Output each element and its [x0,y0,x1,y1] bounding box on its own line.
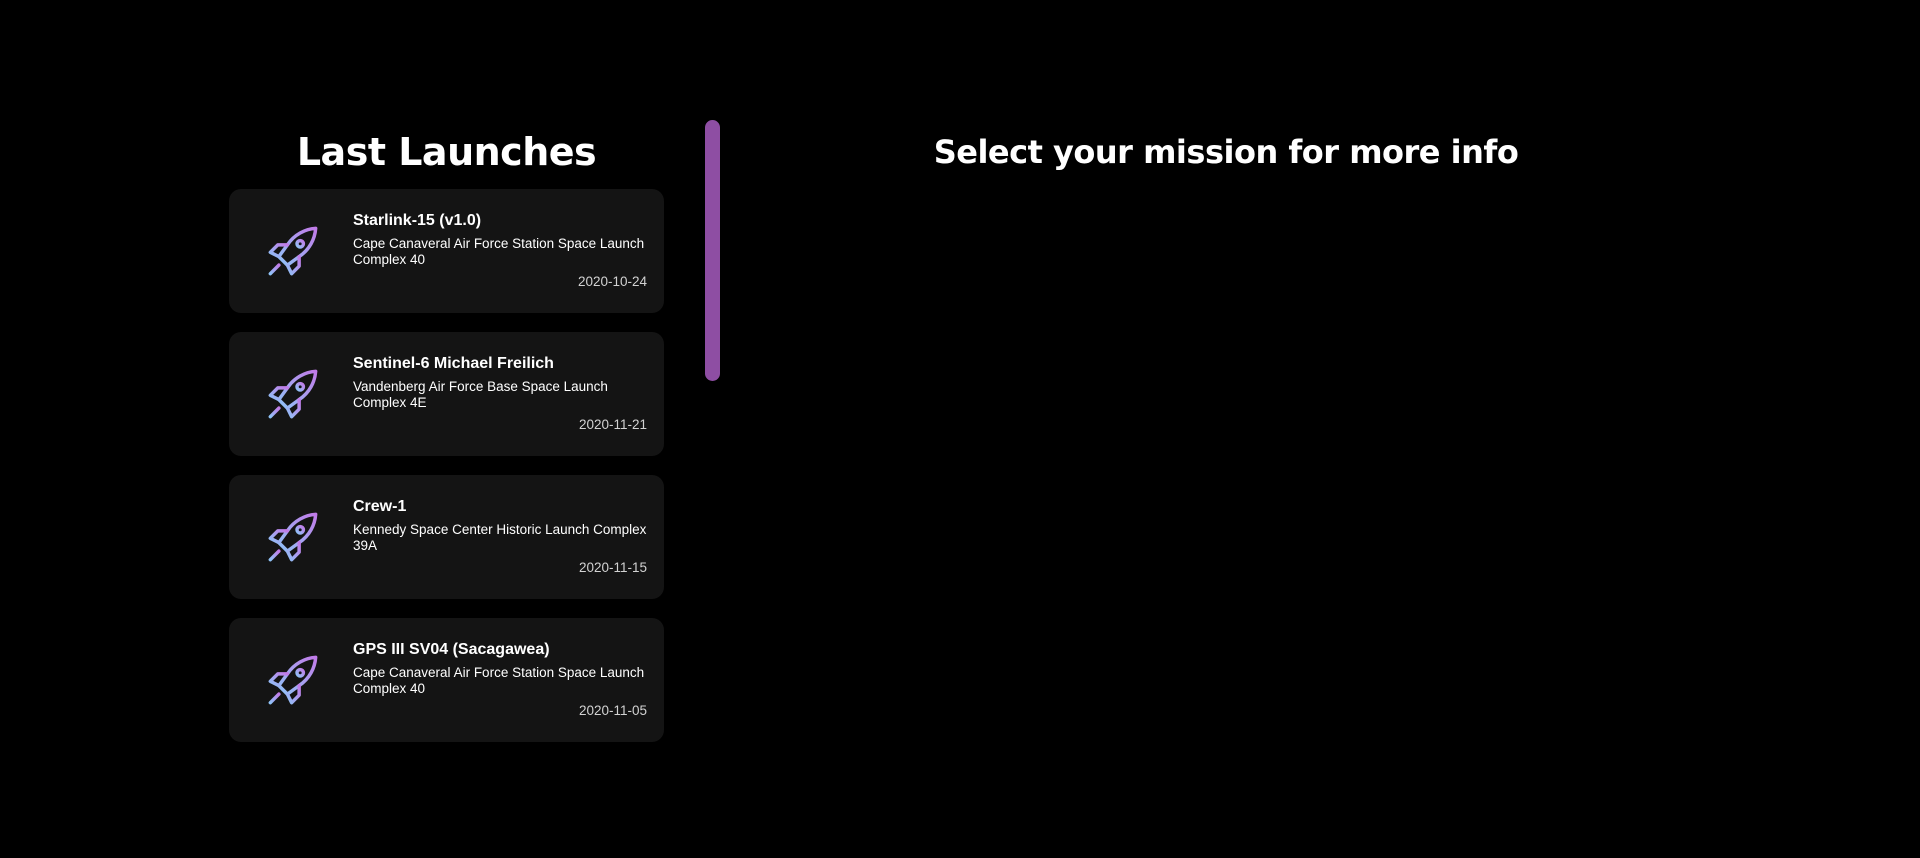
launch-card[interactable]: GPS III SV04 (Sacagawea) Cape Canaveral … [229,618,664,742]
launch-date: 2020-11-15 [578,560,647,575]
launch-date: 2020-10-24 [577,274,647,289]
launch-site: Cape Canaveral Air Force Station Space L… [353,665,645,696]
rocket-icon [268,369,318,419]
launch-date: 2020-11-05 [578,703,647,718]
launch-card-text: Crew-1 Kennedy Space Center Historic Lau… [353,497,648,554]
detail-panel-title: Select your mission for more info [933,133,1519,171]
launch-site: Kennedy Space Center Historic Launch Com… [353,522,647,553]
launch-list: Starlink-15 (v1.0) Cape Canaveral Air Fo… [229,189,664,742]
launch-card-text: Sentinel-6 Michael Freilich Vandenberg A… [353,354,648,411]
mission-name: Crew-1 [353,498,407,515]
mission-name: Sentinel-6 Michael Freilich [353,355,554,372]
launch-date: 2020-11-21 [578,417,647,432]
mission-name: GPS III SV04 (Sacagawea) [353,641,550,658]
rocket-icon [268,512,318,562]
rocket-icon [268,655,318,705]
launch-card-text: GPS III SV04 (Sacagawea) Cape Canaveral … [353,640,648,697]
scrollbar-thumb[interactable] [705,120,720,381]
rocket-icon [268,226,318,276]
launch-card-text: Starlink-15 (v1.0) Cape Canaveral Air Fo… [353,211,648,268]
launches-panel-title: Last Launches [296,130,597,174]
launch-card[interactable]: Starlink-15 (v1.0) Cape Canaveral Air Fo… [229,189,664,313]
launch-site: Vandenberg Air Force Base Space Launch C… [353,379,608,410]
launch-site: Cape Canaveral Air Force Station Space L… [353,236,645,267]
launch-card[interactable]: Sentinel-6 Michael Freilich Vandenberg A… [229,332,664,456]
launches-panel: Last Launches Starlink-15 (v1.0) Cape Ca… [229,120,664,761]
mission-name: Starlink-15 (v1.0) [353,212,482,229]
launch-card[interactable]: Crew-1 Kennedy Space Center Historic Lau… [229,475,664,599]
